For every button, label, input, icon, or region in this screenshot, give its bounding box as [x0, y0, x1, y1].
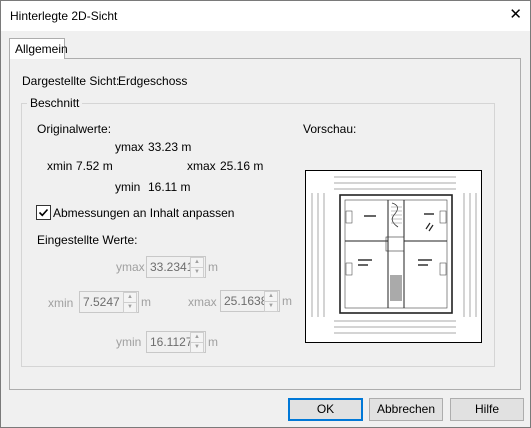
xmin-unit: m	[141, 295, 151, 309]
checkmark-icon	[38, 208, 49, 217]
ymin-input[interactable]: 16.1127	[150, 335, 190, 349]
ymax-spinbox[interactable]: 33.2341 ▲ ▼	[146, 256, 206, 278]
set-values-label: Eingestellte Werte:	[37, 233, 138, 247]
spin-down-icon[interactable]: ▼	[190, 267, 204, 278]
ymax-input[interactable]: 33.2341	[150, 260, 190, 274]
orig-ymin-label: ymin	[115, 180, 141, 194]
ymax-unit: m	[208, 260, 218, 274]
view-value: Erdgeschoss	[118, 74, 188, 88]
xmin-input[interactable]: 7.5247	[83, 295, 123, 309]
xmin-spinbox[interactable]: 7.5247 ▲ ▼	[79, 291, 139, 313]
floorplan-drawing	[311, 176, 477, 334]
xmax-spinbox[interactable]: 25.1638 ▲ ▼	[220, 290, 280, 312]
set-xmin-label: xmin	[48, 296, 74, 310]
close-icon[interactable]: ✕	[509, 7, 522, 22]
clip-group-label: Beschnitt	[27, 96, 83, 110]
tab-allgemein[interactable]: Allgemein	[9, 38, 68, 59]
spin-down-icon[interactable]: ▼	[123, 302, 137, 313]
orig-xmin-label: xmin	[47, 159, 73, 173]
ymin-spinbox[interactable]: 16.1127 ▲ ▼	[146, 331, 206, 353]
orig-ymax-label: ymax	[115, 140, 144, 154]
title-bar: Hinterlegte 2D-Sicht ✕	[1, 1, 530, 31]
set-ymin-label: ymin	[116, 335, 142, 349]
xmax-unit: m	[282, 294, 292, 308]
orig-ymin-value: 16.11 m	[148, 180, 191, 194]
xmax-input[interactable]: 25.1638	[224, 294, 264, 308]
preview-label: Vorschau:	[303, 122, 357, 136]
fit-content-label[interactable]: Abmessungen an Inhalt anpassen	[53, 206, 234, 220]
ok-button[interactable]: OK	[288, 398, 363, 421]
tab-label: Allgemein	[15, 42, 68, 56]
spin-down-icon[interactable]: ▼	[190, 342, 204, 353]
orig-xmax-value: 25.16 m	[220, 159, 264, 173]
spin-down-icon[interactable]: ▼	[264, 301, 278, 312]
fit-content-checkbox[interactable]	[36, 205, 51, 220]
window-title: Hinterlegte 2D-Sicht	[10, 9, 118, 23]
set-ymax-label: ymax	[116, 260, 145, 274]
cancel-button[interactable]: Abbrechen	[369, 398, 443, 421]
ymin-unit: m	[208, 335, 218, 349]
view-label: Dargestellte Sicht:	[22, 74, 120, 88]
set-xmax-label: xmax	[188, 295, 217, 309]
orig-xmax-label: xmax	[187, 159, 216, 173]
floorplan-preview	[305, 170, 482, 343]
original-values-label: Originalwerte:	[37, 122, 112, 136]
orig-ymax-value: 33.23 m	[148, 140, 192, 154]
orig-xmin-value: 7.52 m	[76, 159, 113, 173]
help-button[interactable]: Hilfe	[450, 398, 524, 421]
